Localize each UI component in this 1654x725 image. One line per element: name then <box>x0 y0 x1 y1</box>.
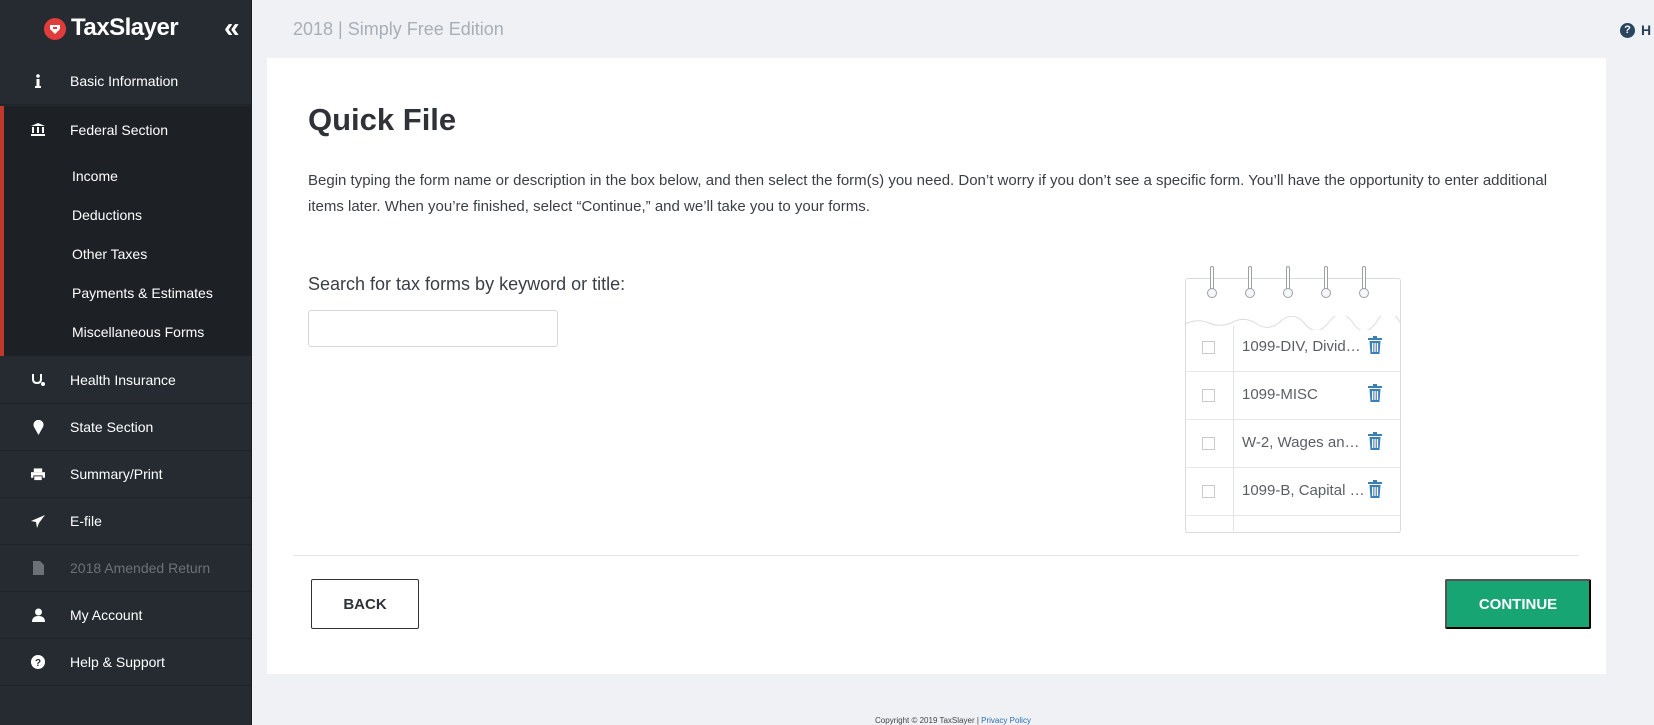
sidebar-item-state-section[interactable]: State Section <box>0 404 252 451</box>
sidebar-item-basic-information[interactable]: Basic Information <box>0 58 252 105</box>
privacy-policy-link[interactable]: Privacy Policy <box>981 716 1031 725</box>
form-name: 1099-B, Capital Gains <box>1242 482 1367 499</box>
trash-icon[interactable] <box>1368 480 1382 498</box>
brand-name: TaxSlayer <box>71 14 179 41</box>
bank-icon <box>31 122 45 138</box>
sidebar-item-amended-return: 2018 Amended Return <box>0 545 252 592</box>
sidebar-subitem-label: Miscellaneous Forms <box>72 324 205 340</box>
form-name: 1099-MISC <box>1242 386 1318 403</box>
sidebar-item-e-file[interactable]: E-file <box>0 498 252 545</box>
sidebar-subitem-label: Income <box>72 168 118 184</box>
sidebar-item-label: 2018 Amended Return <box>70 560 211 576</box>
help-link-label: H <box>1641 22 1652 38</box>
info-icon <box>31 73 45 89</box>
back-button[interactable]: BACK <box>311 579 419 629</box>
trash-icon[interactable] <box>1368 432 1382 450</box>
notepad-ring-icon <box>1207 266 1217 300</box>
sidebar-item-label: Health Insurance <box>70 372 176 388</box>
sidebar-item-label: Help & Support <box>70 654 165 670</box>
sidebar-item-label: Federal Section <box>70 121 169 138</box>
notepad-ring-icon <box>1359 266 1369 300</box>
continue-button[interactable]: CONTINUE <box>1445 579 1591 629</box>
selected-form-row: 1099-B, Capital Gains <box>1185 468 1401 516</box>
document-icon <box>31 560 45 576</box>
form-checkbox[interactable] <box>1202 437 1215 450</box>
collapse-sidebar-button[interactable]: « <box>224 12 240 44</box>
copyright-text: Copyright © 2019 TaxSlayer | <box>875 716 979 725</box>
selected-forms-notepad: 1099-DIV, Dividends and Distributions 10… <box>1185 266 1401 533</box>
notepad-page-edge <box>1186 530 1400 533</box>
sidebar-item-my-account[interactable]: My Account <box>0 592 252 639</box>
notepad-ring-icon <box>1245 266 1255 300</box>
notepad-ring-icon <box>1283 266 1293 300</box>
intro-text: Begin typing the form name or descriptio… <box>308 172 1548 215</box>
notepad-ring-icon <box>1321 266 1331 300</box>
user-icon <box>31 607 45 623</box>
help-link[interactable]: ? H <box>1620 22 1651 38</box>
sidebar-subitem-other-taxes[interactable]: Other Taxes <box>0 235 252 274</box>
selected-form-row: 1099-MISC <box>1185 372 1401 420</box>
map-pin-icon <box>31 419 45 435</box>
sidebar-item-label: E-file <box>70 513 102 529</box>
sidebar-item-summary-print[interactable]: Summary/Print <box>0 451 252 498</box>
stethoscope-icon <box>31 372 45 388</box>
brand: TaxSlayer « <box>0 0 251 58</box>
divider <box>293 555 1579 556</box>
trash-icon[interactable] <box>1368 384 1382 402</box>
sidebar-subitem-label: Deductions <box>72 207 143 223</box>
sidebar-subitem-label: Other Taxes <box>72 246 148 262</box>
sidebar-item-label: My Account <box>70 607 143 623</box>
sidebar-subitem-label: Payments & Estimates <box>72 285 213 301</box>
help-circle-icon: ? <box>1620 22 1635 38</box>
sidebar-item-help-support[interactable]: ? Help & Support <box>0 639 252 686</box>
form-name: W-2, Wages and Salaries <box>1242 434 1367 451</box>
sidebar: TaxSlayer « Basic Information Federal Se… <box>0 0 252 725</box>
form-checkbox[interactable] <box>1202 485 1215 498</box>
question-circle-icon: ? <box>31 654 45 670</box>
quick-file-card: Quick File Begin typing the form name or… <box>267 58 1606 674</box>
sidebar-subitem-deductions[interactable]: Deductions <box>0 196 252 235</box>
top-bar: 2018 | Simply Free Edition ? H <box>252 0 1654 58</box>
paper-plane-icon <box>31 513 45 529</box>
sidebar-item-label: Summary/Print <box>70 466 163 482</box>
footer: Copyright © 2019 TaxSlayer | Privacy Pol… <box>252 716 1654 725</box>
edition-label: 2018 | Simply Free Edition <box>293 19 504 39</box>
sidebar-item-label: Basic Information <box>70 73 179 89</box>
sidebar-subitem-payments-estimates[interactable]: Payments & Estimates <box>0 274 252 313</box>
selected-form-row: 1099-DIV, Dividends and Distributions <box>1185 324 1401 372</box>
printer-icon <box>31 466 45 482</box>
form-checkbox[interactable] <box>1202 341 1215 354</box>
sidebar-subitem-miscellaneous-forms[interactable]: Miscellaneous Forms <box>0 313 252 352</box>
search-label: Search for tax forms by keyword or title… <box>308 274 626 294</box>
form-checkbox[interactable] <box>1202 389 1215 402</box>
form-name: 1099-DIV, Dividends and Distributions <box>1242 338 1367 355</box>
selected-form-row: W-2, Wages and Salaries <box>1185 420 1401 468</box>
tax-form-search-input[interactable] <box>308 310 558 347</box>
sidebar-item-federal-section[interactable]: Federal Section <box>0 106 252 153</box>
svg-text:?: ? <box>35 658 41 669</box>
taxslayer-logo-icon <box>44 18 66 40</box>
sidebar-item-label: State Section <box>70 419 154 435</box>
sidebar-item-health-insurance[interactable]: Health Insurance <box>0 357 252 404</box>
sidebar-subitem-income[interactable]: Income <box>0 157 252 196</box>
page-title: Quick File <box>308 102 457 137</box>
trash-icon[interactable] <box>1368 336 1382 354</box>
